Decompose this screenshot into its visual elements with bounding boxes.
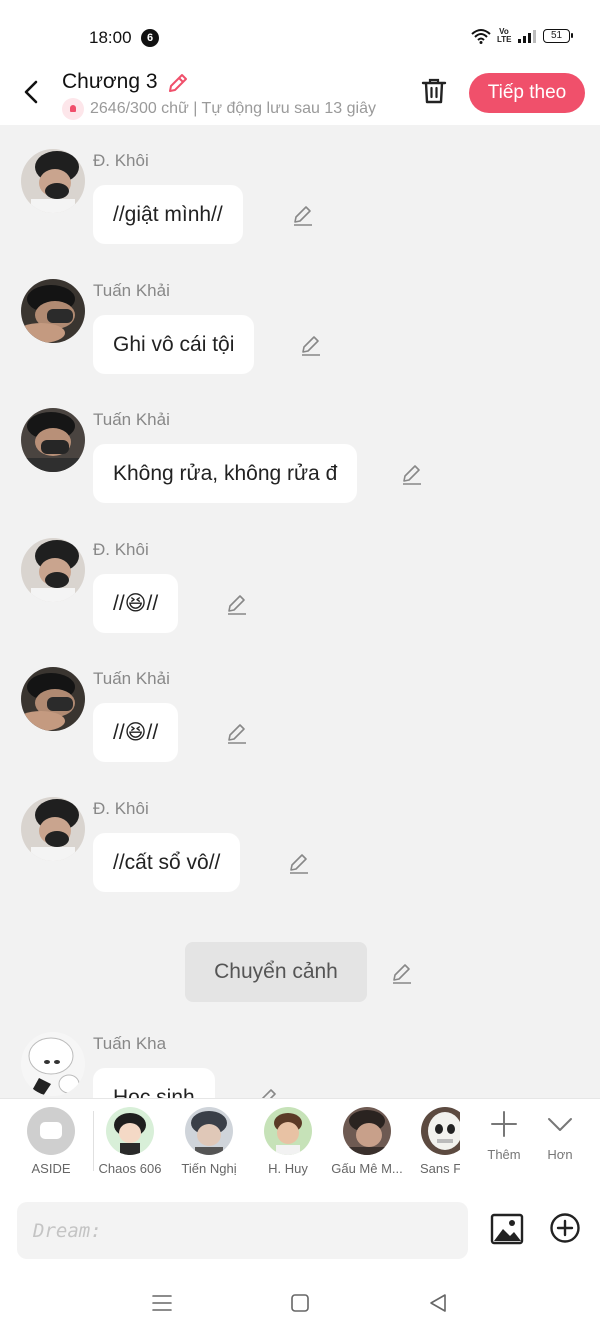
notification-count-badge: 6 — [141, 29, 159, 47]
wifi-icon — [471, 29, 491, 44]
message-row: Tuấn Khải //😆// — [0, 643, 600, 763]
message-row: Đ. Khôi //😆// — [0, 514, 600, 634]
composer — [0, 1190, 600, 1272]
character-tien-nghi[interactable]: Tiến Nghị — [170, 1107, 248, 1176]
aside-icon — [27, 1107, 75, 1155]
character-name: ASIDE — [31, 1161, 71, 1176]
avatar[interactable] — [21, 797, 85, 861]
edit-title-icon[interactable] — [166, 71, 190, 95]
avatar[interactable] — [21, 1032, 85, 1096]
editor-header: Chương 3 2646/300 chữ | Tự động lưu sau … — [0, 70, 600, 125]
image-icon[interactable] — [490, 1212, 524, 1246]
word-count-autosave: 2646/300 chữ | Tự động lưu sau 13 giây — [90, 100, 376, 117]
pencil-icon[interactable] — [225, 592, 249, 616]
message-row: Đ. Khôi //cất sổ vô// — [0, 773, 600, 893]
more-button[interactable]: Hơn — [532, 1109, 588, 1162]
character-name: H. Huy — [268, 1161, 308, 1176]
sender-name: Tuấn Khải — [93, 669, 170, 688]
pencil-icon[interactable] — [256, 1086, 280, 1098]
character-gau-me[interactable]: Gấu Mê M... — [328, 1107, 406, 1176]
character-name: Gấu Mê M... — [331, 1161, 403, 1176]
chapter-title[interactable]: Chương 3 — [62, 70, 158, 94]
character-name: Sans F — [420, 1161, 460, 1176]
back-arrow-icon[interactable] — [18, 76, 46, 108]
sender-name: Đ. Khôi — [93, 799, 149, 818]
message-bubble[interactable]: //😆// — [93, 574, 179, 633]
pencil-icon[interactable] — [400, 462, 424, 486]
message-bubble[interactable]: Không rửa, không rửa đ — [93, 444, 358, 503]
message-row: Tuấn Kha Học sinh — [0, 1008, 600, 1098]
add-circle-icon[interactable] — [549, 1212, 581, 1244]
message-bubble[interactable]: //cất sổ vô// — [93, 833, 241, 892]
message-bubble[interactable]: Ghi vô cái tội — [93, 315, 255, 374]
pencil-icon[interactable] — [287, 851, 311, 875]
home-square-icon[interactable] — [290, 1293, 310, 1313]
character-bar: ASIDE Chaos 606 Tiến Nghị H. Huy Gấu Mê … — [0, 1098, 600, 1190]
pencil-icon[interactable] — [225, 721, 249, 745]
message-row: Tuấn Khải Ghi vô cái tội — [0, 255, 600, 375]
avatar — [185, 1107, 233, 1155]
avatar — [106, 1107, 154, 1155]
character-name: Tiến Nghị — [181, 1161, 237, 1176]
avatar[interactable] — [21, 408, 85, 472]
trash-icon[interactable] — [418, 75, 450, 107]
sender-name: Đ. Khôi — [93, 540, 149, 559]
character-h-huy[interactable]: H. Huy — [249, 1107, 327, 1176]
chevron-down-icon — [548, 1118, 572, 1131]
more-label: Hơn — [547, 1147, 573, 1162]
avatar[interactable] — [21, 667, 85, 731]
character-name: Chaos 606 — [98, 1161, 162, 1176]
sender-name: Tuấn Khải — [93, 410, 170, 429]
message-row: Đ. Khôi //giật mình// — [0, 125, 600, 245]
chat-area: Đ. Khôi //giật mình// Tuấn Khải Ghi vô c… — [0, 125, 600, 1098]
dream-input[interactable] — [17, 1202, 468, 1259]
add-label: Thêm — [487, 1147, 521, 1162]
alert-icon — [62, 98, 84, 120]
avatar — [343, 1107, 391, 1155]
signal-icon — [518, 30, 536, 43]
status-bar: 18:00 6 Vo LTE 51 — [0, 0, 600, 70]
pencil-icon[interactable] — [299, 333, 323, 357]
pencil-icon[interactable] — [390, 961, 414, 985]
volte-label: Vo LTE — [497, 27, 512, 44]
pencil-icon[interactable] — [291, 203, 315, 227]
avatar[interactable] — [21, 279, 85, 343]
menu-icon[interactable] — [150, 1292, 174, 1314]
plus-icon — [491, 1111, 517, 1137]
status-time: 18:00 — [89, 28, 132, 47]
character-aside[interactable]: ASIDE — [12, 1107, 90, 1176]
avatar — [421, 1107, 460, 1155]
message-bubble[interactable]: //giật mình// — [93, 185, 243, 244]
add-character-button[interactable]: Thêm — [476, 1109, 532, 1162]
next-button[interactable]: Tiếp theo — [469, 73, 585, 113]
sender-name: Tuấn Kha — [93, 1034, 167, 1053]
avatar[interactable] — [21, 149, 85, 213]
message-bubble[interactable]: //😆// — [93, 703, 179, 762]
status-icons: Vo LTE 51 — [471, 27, 573, 44]
character-sans[interactable]: Sans F — [404, 1107, 460, 1176]
scene-change-block[interactable]: Chuyển cảnh — [185, 942, 367, 1002]
battery-icon: 51 — [543, 29, 573, 43]
message-row: Tuấn Khải Không rửa, không rửa đ — [0, 384, 600, 504]
message-bubble[interactable]: Học sinh — [93, 1068, 215, 1098]
avatar — [264, 1107, 312, 1155]
sender-name: Đ. Khôi — [93, 151, 149, 170]
word-count-row: 2646/300 chữ | Tự động lưu sau 13 giây — [62, 98, 398, 120]
back-triangle-icon[interactable] — [427, 1292, 449, 1314]
sender-name: Tuấn Khải — [93, 281, 170, 300]
character-chaos[interactable]: Chaos 606 — [91, 1107, 169, 1176]
avatar[interactable] — [21, 538, 85, 602]
system-nav-bar — [0, 1272, 600, 1333]
